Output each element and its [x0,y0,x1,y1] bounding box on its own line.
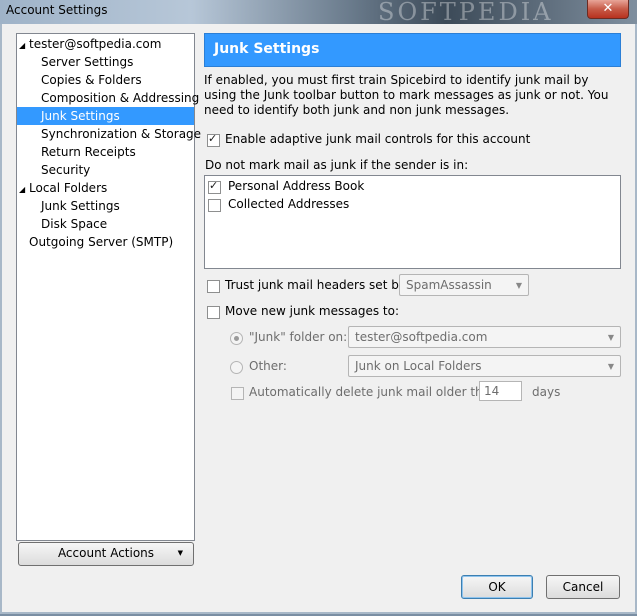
title-bar[interactable]: Account Settings SOFTPEDIA ✕ [0,0,637,26]
personal-address-book-checkbox[interactable] [208,179,221,194]
junk-folder-label: "Junk" folder on: [249,330,348,344]
chevron-down-icon: ▼ [607,333,614,342]
account-tree[interactable]: ◢ tester@softpedia.com Server Settings Co… [16,33,201,541]
auto-delete-checkbox[interactable] [231,387,244,400]
other-radio[interactable] [230,361,243,374]
tree-item-synchronization-storage[interactable]: Synchronization & Storage [41,125,201,143]
other-folder-value: Junk on Local Folders [355,359,482,373]
panel-title: Junk Settings [214,41,320,57]
trust-headers-value: SpamAssassin [406,278,492,292]
tree-item-junk-settings[interactable]: Junk Settings [17,107,194,125]
tree-item-security[interactable]: Security [41,161,90,179]
collected-addresses-label: Collected Addresses [228,197,350,211]
tree-item-disk-space[interactable]: Disk Space [41,215,107,233]
panel-description: If enabled, you must first train Spicebi… [204,73,609,117]
junk-folder-radio[interactable] [230,332,243,345]
days-unit-label: days [532,385,561,399]
panel-header: Junk Settings [204,33,621,67]
move-junk-checkbox[interactable] [207,306,220,319]
dropdown-caret-icon: ▼ [177,549,183,557]
trust-headers-label: Trust junk mail headers set by: [225,278,410,292]
dialog-client-area: ◢ tester@softpedia.com Server Settings Co… [0,24,637,614]
account-actions-label: Account Actions [57,546,155,560]
tree-item-copies-folders[interactable]: Copies & Folders [41,71,142,89]
account-settings-window: Account Settings SOFTPEDIA ✕ ◢ tester@sof… [0,0,637,616]
other-label: Other: [249,359,287,373]
chevron-down-icon: ▼ [515,281,522,290]
address-book-list[interactable]: Personal Address Book Collected Addresse… [204,175,621,269]
tree-item-account[interactable]: ◢ tester@softpedia.com [19,35,161,53]
tree-item-outgoing-server[interactable]: Outgoing Server (SMTP) [29,233,173,251]
tree-item-local-junk-settings[interactable]: Junk Settings [41,197,120,215]
tree-item-composition-addressing[interactable]: Composition & Addressing [41,89,199,107]
auto-delete-label: Automatically delete junk mail older tha… [249,385,498,399]
expand-triangle-icon[interactable]: ◢ [19,181,29,199]
account-actions-button[interactable]: Account Actions ▼ [18,542,194,566]
close-icon: ✕ [602,1,614,16]
trust-headers-dropdown[interactable]: SpamAssassin ▼ [399,274,529,296]
watermark-logo: SOFTPEDIA [378,0,554,26]
chevron-down-icon: ▼ [607,362,614,371]
junk-folder-value: tester@softpedia.com [355,330,488,344]
enable-adaptive-label: Enable adaptive junk mail controls for t… [225,132,531,146]
personal-address-book-label: Personal Address Book [228,179,365,193]
cancel-button[interactable]: Cancel [546,575,620,599]
tree-item-local-folders[interactable]: ◢ Local Folders [19,179,107,197]
expand-triangle-icon[interactable]: ◢ [19,37,29,55]
other-folder-dropdown[interactable]: Junk on Local Folders ▼ [348,355,621,377]
close-button[interactable]: ✕ [587,0,629,19]
junk-folder-dropdown[interactable]: tester@softpedia.com ▼ [348,326,621,348]
move-junk-label: Move new junk messages to: [225,304,400,318]
auto-delete-days-input[interactable]: 14 [479,381,522,401]
window-title: Account Settings [6,3,108,17]
whitelist-label: Do not mark mail as junk if the sender i… [205,158,469,172]
tree-item-return-receipts[interactable]: Return Receipts [41,143,136,161]
trust-headers-checkbox[interactable] [207,280,220,293]
tree-item-server-settings[interactable]: Server Settings [41,53,133,71]
ok-button[interactable]: OK [461,575,533,599]
collected-addresses-checkbox[interactable] [208,199,221,212]
enable-adaptive-checkbox[interactable] [207,132,220,147]
